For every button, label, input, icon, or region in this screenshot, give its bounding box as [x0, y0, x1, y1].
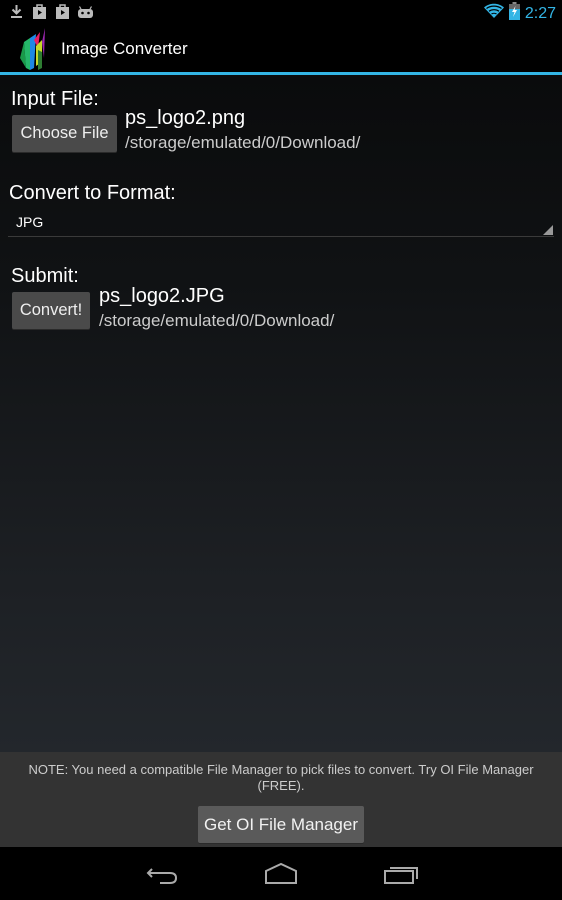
home-icon[interactable] — [261, 861, 301, 887]
navigation-bar — [0, 847, 562, 900]
back-icon[interactable] — [142, 861, 182, 887]
format-spinner[interactable]: JPG — [8, 208, 554, 237]
convert-button[interactable]: Convert! — [12, 292, 90, 329]
status-bar: 2:27 — [0, 0, 562, 24]
submit-label: Submit: — [11, 265, 79, 287]
note-panel: NOTE: You need a compatible File Manager… — [0, 752, 562, 847]
action-bar: Image Converter — [0, 24, 562, 75]
wifi-icon — [483, 3, 504, 24]
note-text: NOTE: You need a compatible File Manager… — [28, 762, 534, 793]
clock: 2:27 — [524, 4, 556, 22]
output-file-path: /storage/emulated/0/Download/ — [99, 311, 335, 330]
output-file-name: ps_logo2.JPG — [99, 285, 225, 307]
battery-charging-icon — [508, 2, 520, 25]
input-file-path: /storage/emulated/0/Download/ — [125, 133, 361, 152]
choose-file-button[interactable]: Choose File — [12, 115, 117, 152]
input-file-label: Input File: — [11, 88, 99, 110]
main-content: Input File: Choose File ps_logo2.png /st… — [0, 75, 562, 752]
play-store-icon — [54, 3, 71, 20]
android-icon — [77, 3, 94, 20]
recent-apps-icon[interactable] — [381, 861, 421, 887]
format-selected-value: JPG — [16, 214, 44, 230]
format-label: Convert to Format: — [9, 182, 176, 204]
app-title: Image Converter — [61, 39, 188, 58]
download-icon — [8, 3, 25, 20]
play-store-icon — [31, 3, 48, 20]
dropdown-arrow-icon — [543, 225, 553, 235]
app-logo-icon[interactable] — [16, 28, 48, 72]
get-oi-file-manager-button[interactable]: Get OI File Manager — [198, 806, 364, 843]
input-file-name: ps_logo2.png — [125, 107, 246, 129]
